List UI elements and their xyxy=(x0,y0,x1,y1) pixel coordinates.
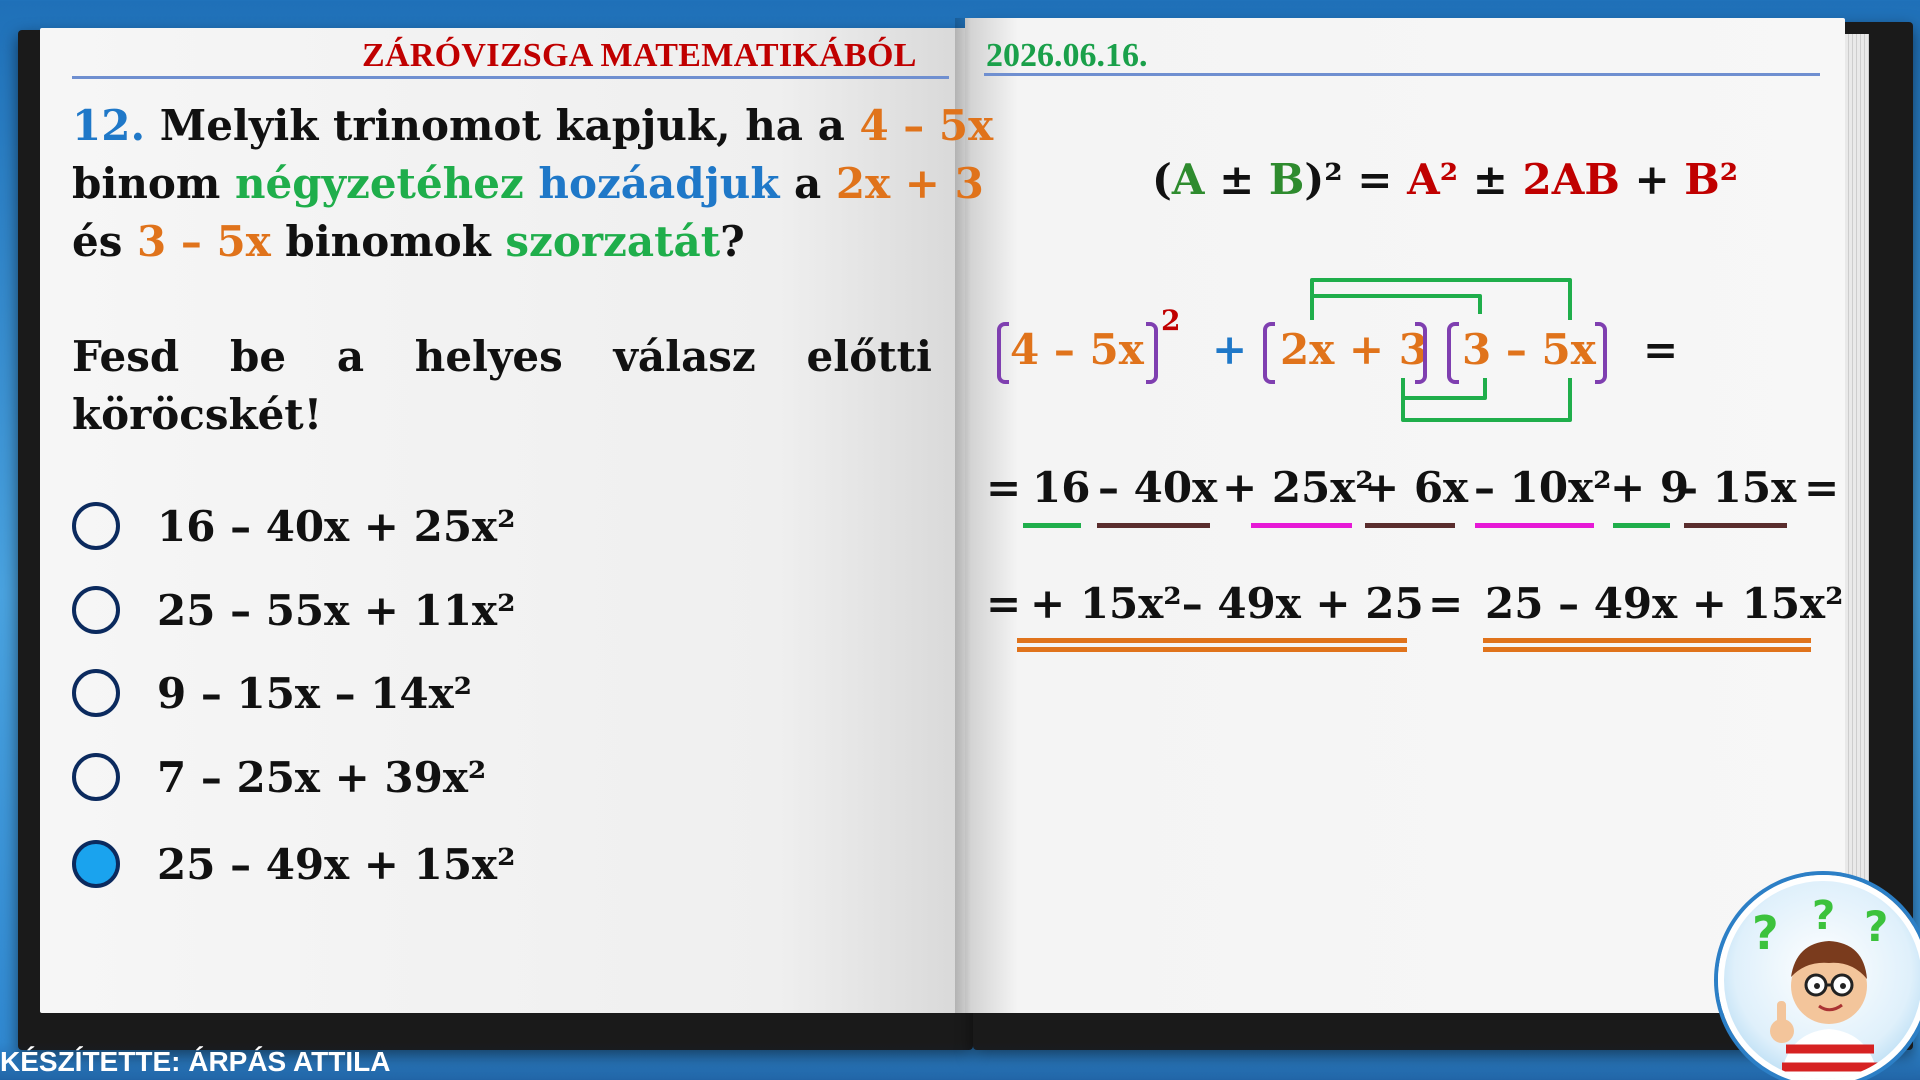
connector-inner-bottom xyxy=(1401,378,1487,400)
underline-constant-1 xyxy=(1023,523,1081,528)
answer-option-5[interactable]: 25 – 49x + 15x² xyxy=(72,838,516,890)
question-number: 12. xyxy=(72,101,146,150)
radio-button[interactable] xyxy=(72,753,120,801)
binomial-square-formula: (A ± B)² = A² ± 2AB + B² xyxy=(1152,155,1739,204)
underline-linear-2 xyxy=(1365,523,1455,528)
connector-inner-top xyxy=(1312,294,1482,314)
result-left: + 15x²– 49x + 25 xyxy=(1030,579,1424,628)
header-divider-left xyxy=(72,76,949,79)
thinking-boy-icon: ? ? ? xyxy=(1718,875,1920,1080)
bracket-open-1 xyxy=(997,322,1009,384)
expr-term-1: 4 – 5x xyxy=(1010,325,1144,374)
underline-square-1 xyxy=(1251,523,1352,528)
svg-text:?: ? xyxy=(1812,893,1835,939)
exam-title: ZÁRÓVIZSGA MATEMATIKÁBÓL xyxy=(362,37,917,74)
bracket-close-3 xyxy=(1595,322,1607,384)
result-eq-2: = xyxy=(1428,579,1464,628)
page-edges xyxy=(1845,34,1869,999)
connector-outer-top xyxy=(1310,278,1572,320)
result-double-underline-right xyxy=(1483,638,1811,652)
radio-button-selected[interactable] xyxy=(72,840,120,888)
radio-button[interactable] xyxy=(72,502,120,550)
expr-equals: = xyxy=(1643,325,1679,374)
instruction-text: Fesd be a helyes válasz előtti köröcskét… xyxy=(72,332,932,439)
bracket-close-1 xyxy=(1146,322,1158,384)
expansion-end-eq: = xyxy=(1804,463,1840,512)
answer-option-1[interactable]: 16 – 40x + 25x² xyxy=(72,500,516,552)
exam-date: 2026.06.16. xyxy=(986,37,1148,74)
radio-button[interactable] xyxy=(72,669,120,717)
answer-option-label: 7 – 25x + 39x² xyxy=(157,752,487,802)
answer-option-3[interactable]: 9 – 15x – 14x² xyxy=(72,667,472,719)
answer-option-label: 25 – 49x + 15x² xyxy=(157,839,516,889)
underline-linear-1 xyxy=(1097,523,1210,528)
underline-square-2 xyxy=(1475,523,1594,528)
expansion-term-1: 16 xyxy=(1032,463,1091,512)
answer-option-label: 16 – 40x + 25x² xyxy=(157,501,516,551)
bracket-open-2 xyxy=(1263,322,1275,384)
result-right: 25 – 49x + 15x² xyxy=(1485,579,1844,628)
expansion-term-4: + 6x xyxy=(1364,463,1469,512)
radio-button[interactable] xyxy=(72,586,120,634)
expansion-eq: = xyxy=(986,463,1022,512)
expansion-term-2: – 40x xyxy=(1098,463,1218,512)
answer-option-2[interactable]: 25 – 55x + 11x² xyxy=(72,584,516,636)
result-eq-1: = xyxy=(986,579,1022,628)
underline-constant-2 xyxy=(1613,523,1670,528)
answer-option-label: 9 – 15x – 14x² xyxy=(157,668,473,718)
mascot-illustration: ? ? ? xyxy=(1752,893,1888,1079)
distribution-connectors xyxy=(1310,278,1572,422)
result-double-underline-left xyxy=(1017,638,1407,652)
expr-exponent: 2 xyxy=(1161,304,1181,337)
expansion-term-7: – 15x xyxy=(1677,463,1797,512)
question-text: 12. Melyik trinomot kapjuk, ha a 4 – 5x … xyxy=(72,101,994,266)
underline-linear-3 xyxy=(1684,523,1787,528)
svg-text:?: ? xyxy=(1752,906,1779,960)
expansion-term-5: – 10x² xyxy=(1474,463,1612,512)
answer-option-label: 25 – 55x + 11x² xyxy=(157,585,516,635)
expansion-term-3: + 25x² xyxy=(1222,463,1374,512)
answer-option-4[interactable]: 7 – 25x + 39x² xyxy=(72,751,486,803)
svg-text:?: ? xyxy=(1864,902,1888,951)
author-credit: KÉSZÍTETTE: ÁRPÁS ATTILA xyxy=(0,1046,391,1077)
header-divider-right xyxy=(984,73,1820,76)
expr-plus: + xyxy=(1212,325,1248,374)
